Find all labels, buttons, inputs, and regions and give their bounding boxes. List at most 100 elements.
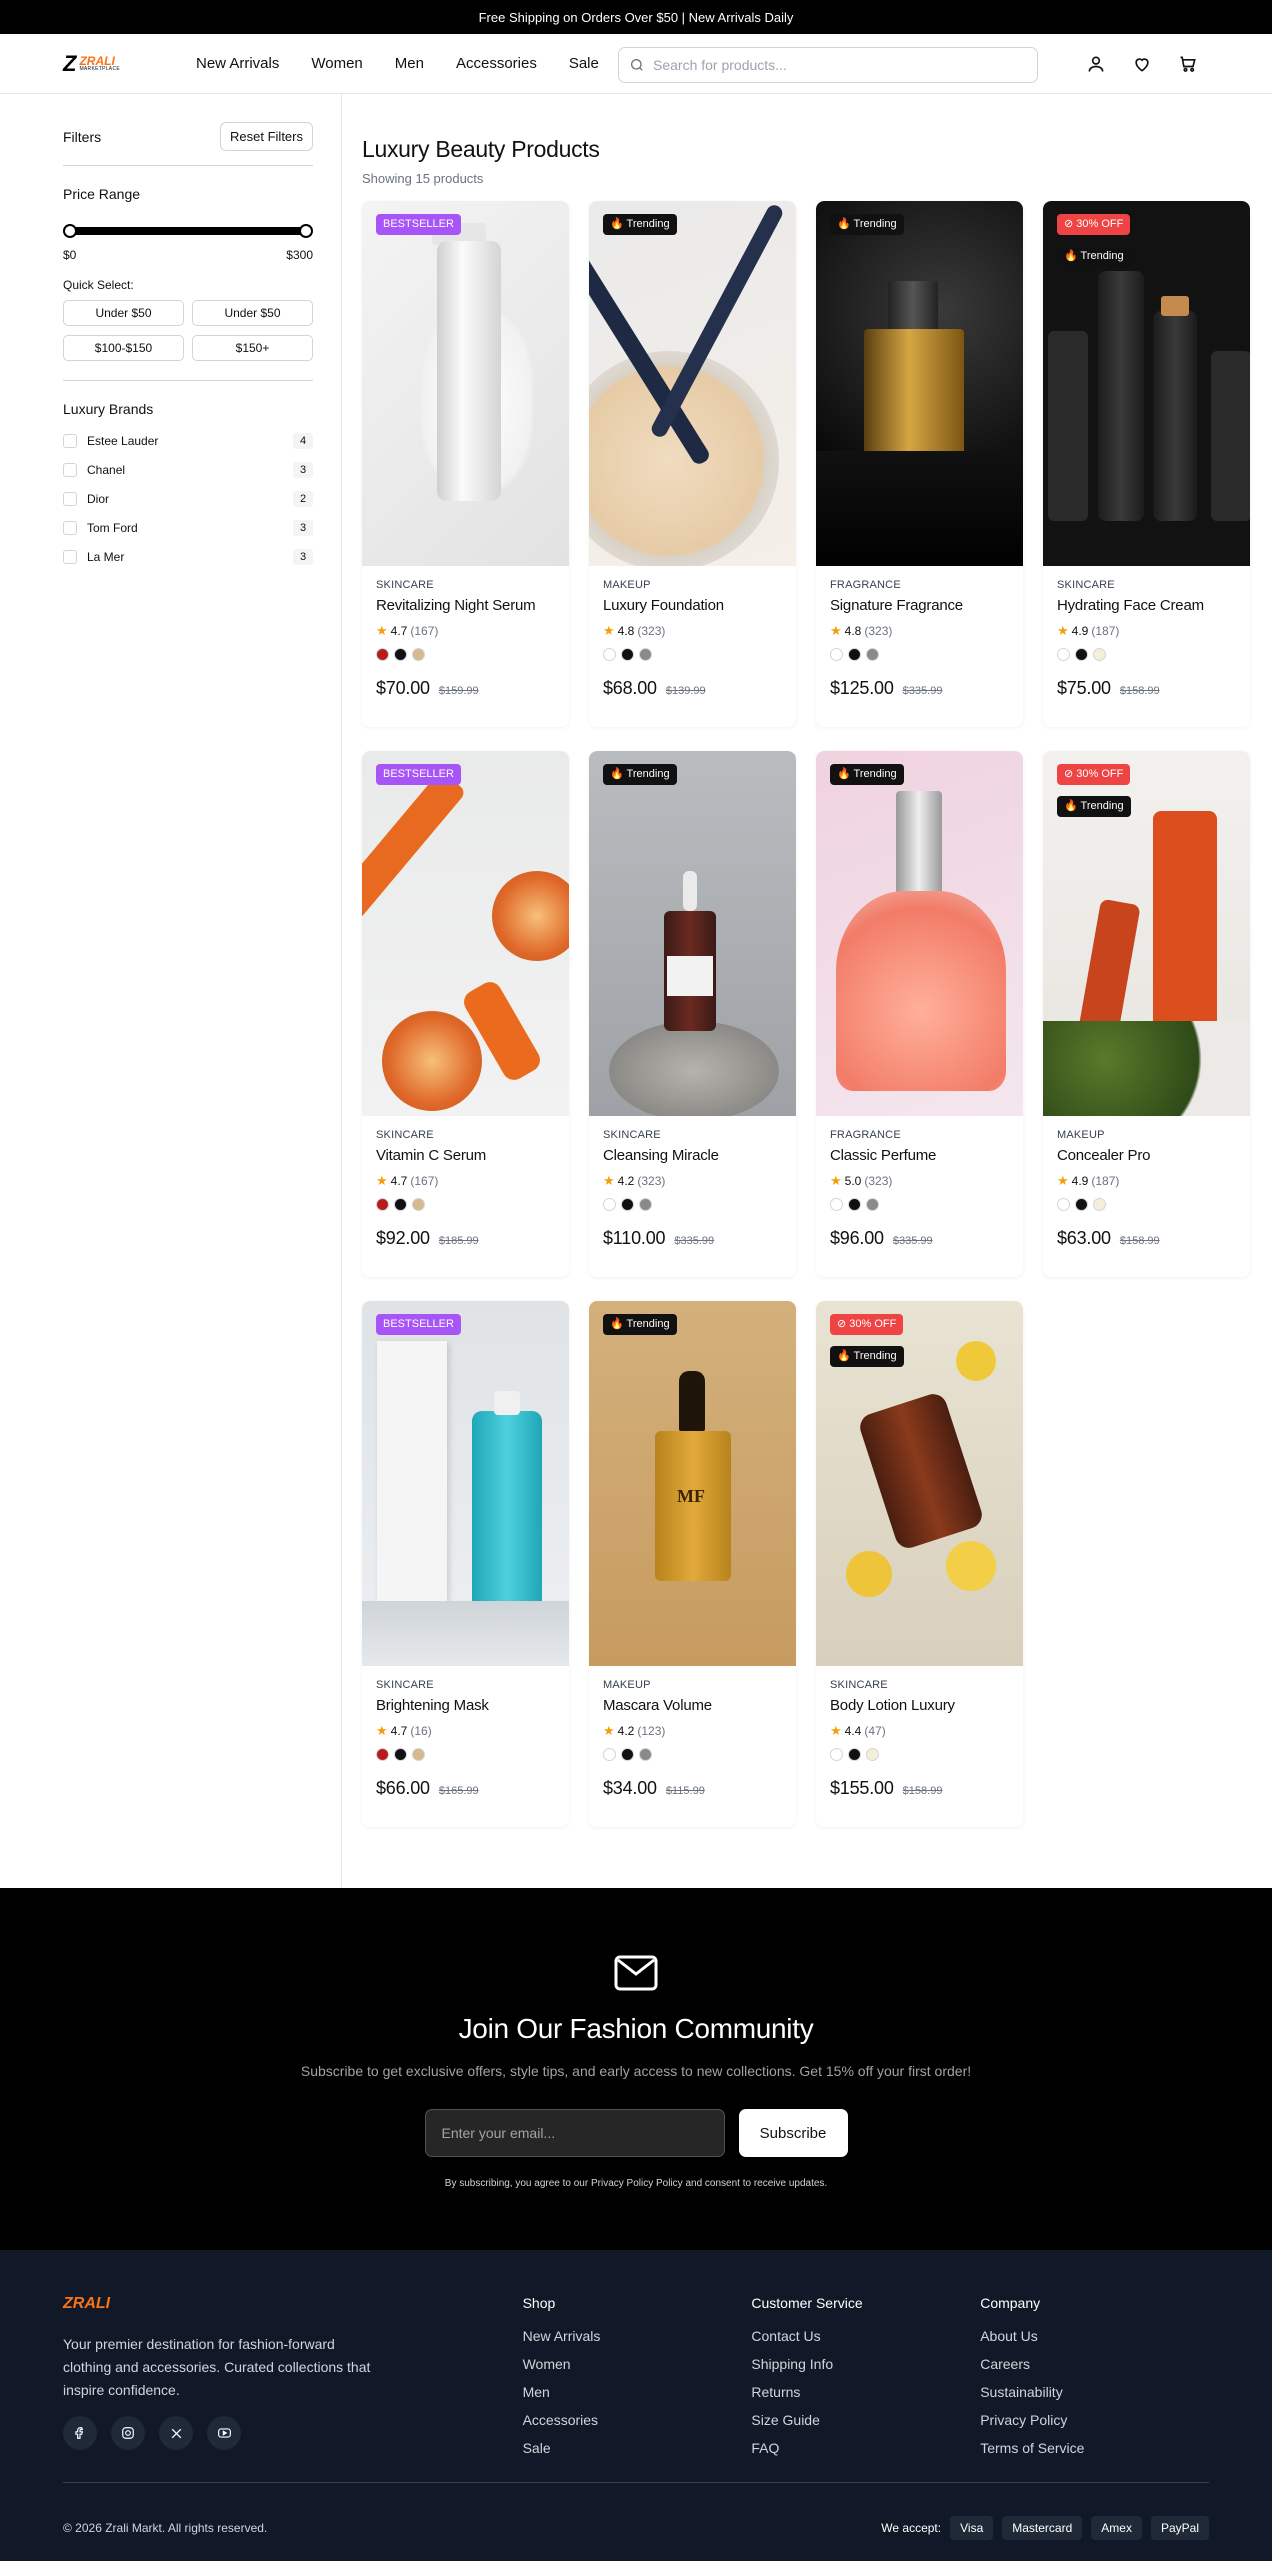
- color-swatch[interactable]: [830, 648, 843, 661]
- product-name[interactable]: Body Lotion Luxury: [830, 1697, 1009, 1714]
- facebook-icon[interactable]: [63, 2416, 97, 2450]
- footer-link[interactable]: Privacy Policy: [980, 2412, 1209, 2428]
- color-swatch[interactable]: [848, 648, 861, 661]
- youtube-icon[interactable]: [207, 2416, 241, 2450]
- color-swatch[interactable]: [1093, 1198, 1106, 1211]
- color-swatch[interactable]: [1075, 1198, 1088, 1211]
- color-swatch[interactable]: [639, 648, 652, 661]
- checkbox[interactable]: [63, 492, 77, 506]
- search-input[interactable]: [653, 57, 1013, 73]
- footer-link[interactable]: Sustainability: [980, 2384, 1209, 2400]
- color-swatch[interactable]: [376, 648, 389, 661]
- color-swatch[interactable]: [621, 648, 634, 661]
- color-swatch[interactable]: [376, 1198, 389, 1211]
- product-name[interactable]: Classic Perfume: [830, 1147, 1009, 1164]
- instagram-icon[interactable]: [111, 2416, 145, 2450]
- product-name[interactable]: Brightening Mask: [376, 1697, 555, 1714]
- color-swatch[interactable]: [848, 1198, 861, 1211]
- color-swatch[interactable]: [830, 1748, 843, 1761]
- product-name[interactable]: Hydrating Face Cream: [1057, 597, 1236, 614]
- checkbox[interactable]: [63, 434, 77, 448]
- footer-link[interactable]: Contact Us: [751, 2328, 980, 2344]
- color-swatch[interactable]: [848, 1748, 861, 1761]
- brand-filter-la-mer[interactable]: La Mer 3: [63, 549, 313, 565]
- x-icon[interactable]: [159, 2416, 193, 2450]
- product-image[interactable]: MF 🔥 Trending: [589, 1301, 796, 1666]
- product-name[interactable]: Cleansing Miracle: [603, 1147, 782, 1164]
- nav-sale[interactable]: Sale: [569, 55, 599, 72]
- product-image[interactable]: BESTSELLER: [362, 751, 569, 1116]
- product-card[interactable]: BESTSELLER SKINCARE Revitalizing Night S…: [362, 201, 569, 727]
- quick-select-100-150[interactable]: $100-$150: [63, 335, 184, 361]
- quick-select-under-50[interactable]: Under $50: [63, 300, 184, 326]
- product-name[interactable]: Signature Fragrance: [830, 597, 1009, 614]
- brand-filter-estee-lauder[interactable]: Estee Lauder 4: [63, 433, 313, 449]
- quick-select-under-50-alt[interactable]: Under $50: [192, 300, 313, 326]
- price-range-slider[interactable]: [63, 224, 313, 238]
- product-card[interactable]: ⊘ 30% OFF 🔥 Trending SKINCARE Body Lotion…: [816, 1301, 1023, 1827]
- product-card[interactable]: MF 🔥 Trending MAKEUP Mascara Volume ★ 4.2…: [589, 1301, 796, 1827]
- footer-link[interactable]: Size Guide: [751, 2412, 980, 2428]
- footer-link[interactable]: Men: [523, 2384, 752, 2400]
- color-swatch[interactable]: [1093, 648, 1106, 661]
- product-card[interactable]: 🔥 Trending FRAGRANCE Signature Fragrance…: [816, 201, 1023, 727]
- product-name[interactable]: Vitamin C Serum: [376, 1147, 555, 1164]
- product-image[interactable]: 🔥 Trending: [589, 201, 796, 566]
- color-swatch[interactable]: [412, 1748, 425, 1761]
- product-card[interactable]: BESTSELLER SKINCARE Brightening Mask ★ 4…: [362, 1301, 569, 1827]
- footer-link[interactable]: Returns: [751, 2384, 980, 2400]
- product-image[interactable]: ⊘ 30% OFF 🔥 Trending: [1043, 201, 1250, 566]
- color-swatch[interactable]: [394, 1198, 407, 1211]
- cart-icon[interactable]: [1176, 52, 1200, 76]
- quick-select-150-plus[interactable]: $150+: [192, 335, 313, 361]
- email-field[interactable]: [424, 2109, 725, 2157]
- product-image[interactable]: 🔥 Trending: [589, 751, 796, 1116]
- product-card[interactable]: 🔥 Trending FRAGRANCE Classic Perfume ★ 5…: [816, 751, 1023, 1277]
- color-swatch[interactable]: [621, 1198, 634, 1211]
- footer-link[interactable]: New Arrivals: [523, 2328, 752, 2344]
- color-swatch[interactable]: [603, 1198, 616, 1211]
- product-card[interactable]: ⊘ 30% OFF 🔥 Trending SKINCARE Hydrating F…: [1043, 201, 1250, 727]
- color-swatch[interactable]: [376, 1748, 389, 1761]
- slider-min-handle[interactable]: [63, 224, 77, 238]
- product-name[interactable]: Concealer Pro: [1057, 1147, 1236, 1164]
- product-name[interactable]: Revitalizing Night Serum: [376, 597, 555, 614]
- nav-men[interactable]: Men: [395, 55, 424, 72]
- footer-link[interactable]: About Us: [980, 2328, 1209, 2344]
- footer-link[interactable]: Careers: [980, 2356, 1209, 2372]
- logo[interactable]: Z ZRALI MARKETPLACE: [63, 52, 136, 75]
- brand-filter-dior[interactable]: Dior 2: [63, 491, 313, 507]
- product-image[interactable]: 🔥 Trending: [816, 751, 1023, 1116]
- user-icon[interactable]: [1084, 52, 1108, 76]
- product-image[interactable]: BESTSELLER: [362, 201, 569, 566]
- product-name[interactable]: Mascara Volume: [603, 1697, 782, 1714]
- footer-logo[interactable]: ZRALI: [63, 2295, 523, 2313]
- nav-women[interactable]: Women: [311, 55, 362, 72]
- color-swatch[interactable]: [603, 648, 616, 661]
- heart-icon[interactable]: [1130, 52, 1154, 76]
- product-card[interactable]: ⊘ 30% OFF 🔥 Trending MAKEUP Concealer Pro…: [1043, 751, 1250, 1277]
- color-swatch[interactable]: [412, 1198, 425, 1211]
- color-swatch[interactable]: [603, 1748, 616, 1761]
- product-image[interactable]: ⊘ 30% OFF 🔥 Trending: [816, 1301, 1023, 1666]
- product-image[interactable]: BESTSELLER: [362, 1301, 569, 1666]
- checkbox[interactable]: [63, 463, 77, 477]
- color-swatch[interactable]: [1057, 1198, 1070, 1211]
- color-swatch[interactable]: [639, 1748, 652, 1761]
- footer-link[interactable]: Women: [523, 2356, 752, 2372]
- color-swatch[interactable]: [394, 648, 407, 661]
- nav-new-arrivals[interactable]: New Arrivals: [196, 55, 279, 72]
- color-swatch[interactable]: [1075, 648, 1088, 661]
- product-card[interactable]: 🔥 Trending MAKEUP Luxury Foundation ★ 4.…: [589, 201, 796, 727]
- brand-filter-tom-ford[interactable]: Tom Ford 3: [63, 520, 313, 536]
- slider-max-handle[interactable]: [299, 224, 313, 238]
- brand-filter-chanel[interactable]: Chanel 3: [63, 462, 313, 478]
- color-swatch[interactable]: [1057, 648, 1070, 661]
- product-image[interactable]: ⊘ 30% OFF 🔥 Trending: [1043, 751, 1250, 1116]
- checkbox[interactable]: [63, 521, 77, 535]
- nav-accessories[interactable]: Accessories: [456, 55, 537, 72]
- color-swatch[interactable]: [866, 1748, 879, 1761]
- product-card[interactable]: BESTSELLER SKINCARE Vitamin C Serum ★ 4.…: [362, 751, 569, 1277]
- subscribe-button[interactable]: Subscribe: [738, 2109, 848, 2157]
- product-image[interactable]: 🔥 Trending: [816, 201, 1023, 566]
